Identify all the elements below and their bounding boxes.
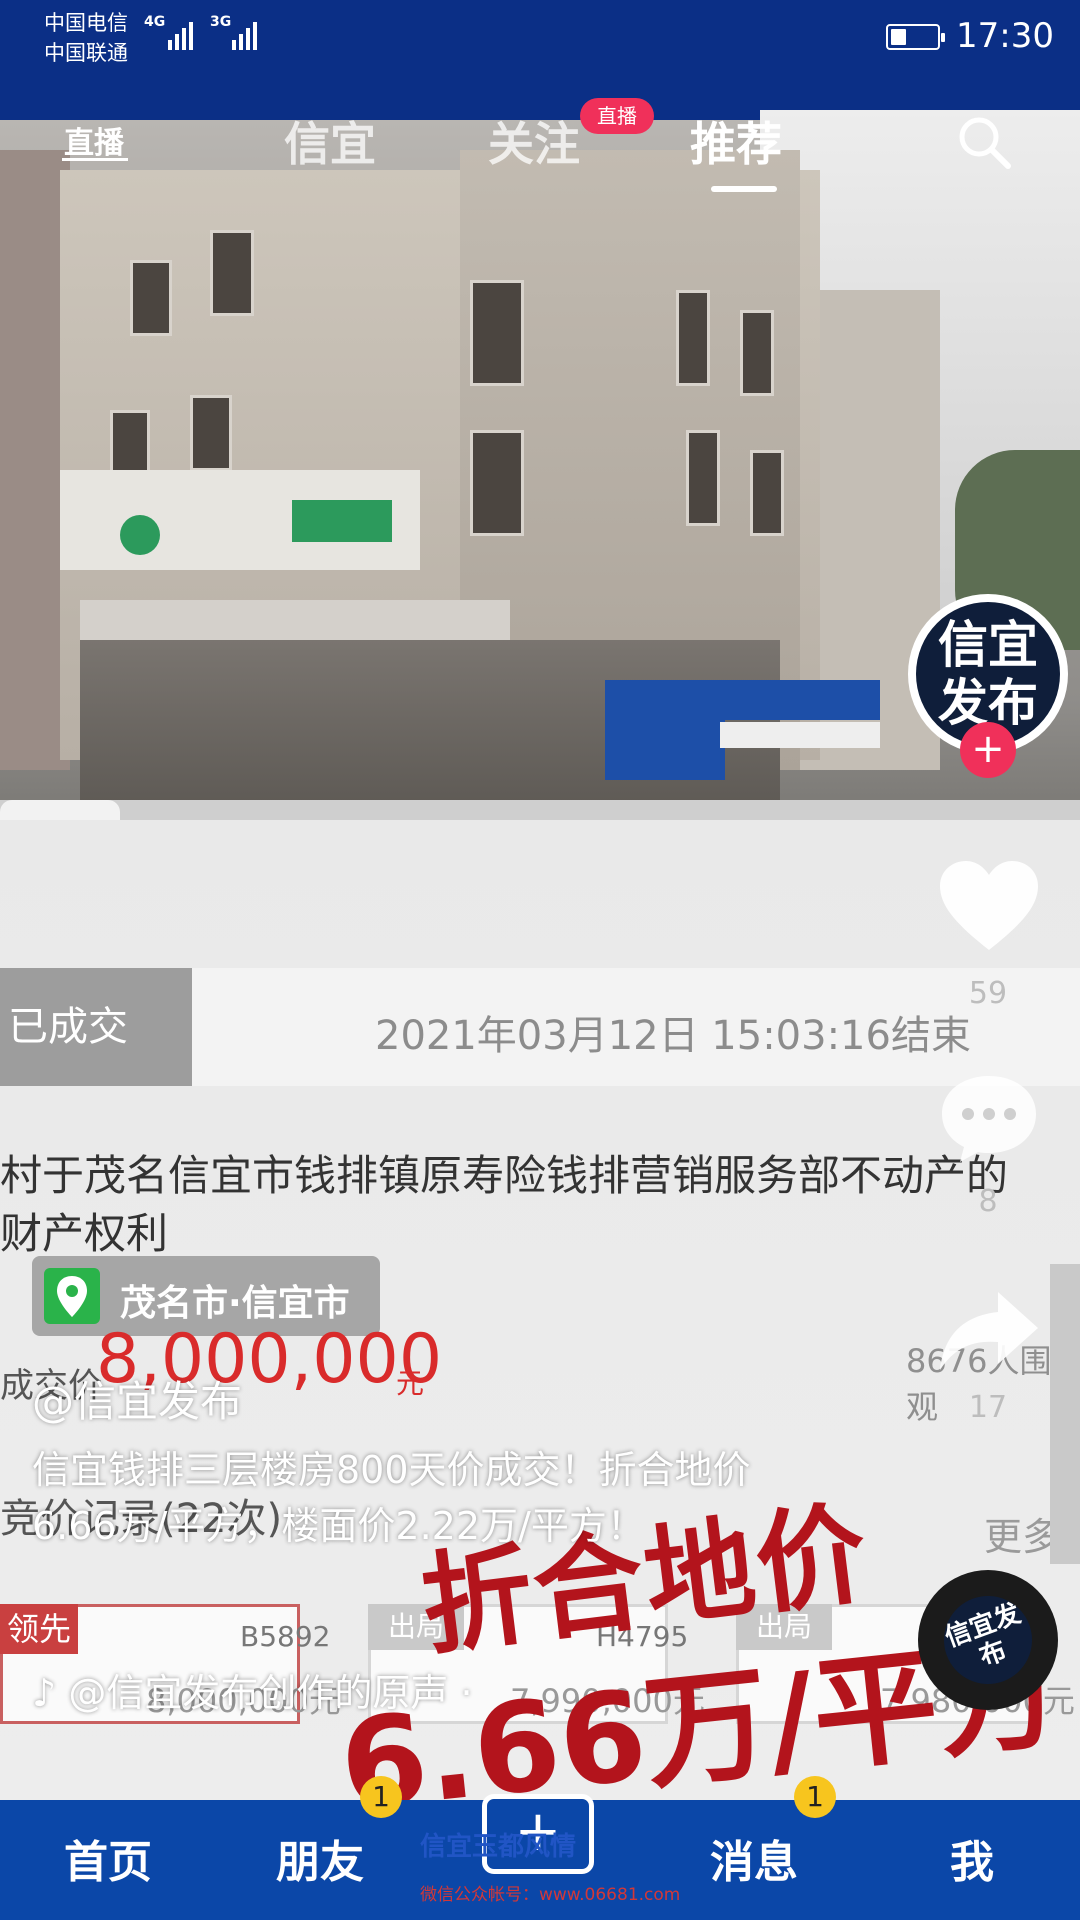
battery-icon [886,24,945,50]
author-handle[interactable]: @信宜发布 [32,1368,242,1429]
road [0,800,1080,820]
location-text: 茂名市·信宜市 [120,1283,350,1324]
live-underline [62,158,128,161]
messages-badge: 1 [794,1776,836,1818]
nav-messages[interactable]: 消息 [710,1826,798,1890]
share-count: 17 [968,1390,1008,1425]
location-pin-icon [44,1268,100,1324]
music-row[interactable]: ♪ @信宜发布创作的原声 · [32,1662,473,1717]
network-2: 3G [210,14,232,30]
sold-status: 已成交 [0,968,192,1086]
window [676,290,710,386]
active-tab-indicator [711,186,777,192]
live-badge: 直播 [580,98,654,134]
street-sign-3 [720,722,880,748]
battery-level [891,29,906,45]
tab-recommended[interactable]: 推荐 [690,108,782,174]
signal-icon-2 [232,18,257,50]
shop-logo-icon [120,515,160,555]
like-heart-icon[interactable] [936,858,1042,956]
window [190,395,232,471]
nav-friends[interactable]: 朋友 [276,1826,364,1890]
street-sign [605,680,725,780]
window [470,430,524,536]
comment-icon[interactable] [936,1070,1042,1166]
follow-plus-button[interactable]: + [960,722,1016,778]
network-1: 4G [144,14,166,30]
side-strip [1050,1264,1080,1564]
awning [80,600,510,640]
watermark: 信宜玉都风情 [420,1832,577,1862]
disc-text: 信宜发布 [931,1583,1045,1697]
tab-following[interactable]: 关注 [488,108,580,174]
street-sign-2 [720,680,880,720]
friends-badge: 1 [360,1776,402,1818]
carrier-2: 中国联通 [44,41,128,65]
nav-home[interactable]: 首页 [64,1826,152,1890]
comment-count: 8 [978,1184,998,1219]
tab-xinyi[interactable]: 信宜 [284,108,376,174]
top-nav: 直播 信宜 关注 直播 推荐 [0,90,1080,200]
music-note-icon: ♪ [32,1671,57,1715]
music-disc[interactable]: 信宜发布 [918,1570,1058,1710]
window [470,280,524,386]
price-unit: 元 [396,1367,425,1400]
auction-title-line1: 村于茂名信宜市钱排镇原寿险钱排营销服务部不动产的 [0,1151,1009,1200]
search-icon[interactable] [954,112,1014,172]
window [740,310,774,396]
watermark-sub: 微信公众帐号：www.06681.com [420,1885,681,1905]
car [0,800,120,820]
more-link[interactable]: 更多 [984,1506,1060,1561]
window [686,430,720,526]
live-label: 直播 [64,126,124,161]
status-bar: 中国电信 中国联通 4G 3G 17:30 [0,0,1080,72]
clock: 17:30 [956,16,1054,56]
end-time: 2021年03月12日 15:03:16结束 [375,1013,971,1059]
carrier-1: 中国电信 [44,11,128,35]
music-title: @信宜发布创作的原声 · [68,1671,473,1715]
nav-me[interactable]: 我 [950,1826,994,1890]
carrier-labels: 中国电信 中国联通 [44,8,128,68]
signal-icon [168,18,193,50]
window [110,410,150,476]
window [130,260,172,336]
video-description: 信宜钱排三层楼房800天价成交！折合地价6.66万/平方，楼面价2.22万/平方… [32,1448,751,1548]
leading-tag: 领先 [0,1604,78,1654]
window [210,230,254,316]
video-feed-screen: 中国电信 中国联通 4G 3G 17:30 直播 信宜 关注 直播 推荐 已成交… [0,0,1080,1920]
shop-sign-green [292,500,392,542]
live-button[interactable]: 直播 [56,100,136,164]
share-arrow-icon[interactable] [936,1286,1042,1376]
auction-title-line2: 财产权利 [0,1209,169,1258]
like-count: 59 [968,976,1008,1011]
window [750,450,784,536]
bid-id: B5892 [240,1620,331,1653]
